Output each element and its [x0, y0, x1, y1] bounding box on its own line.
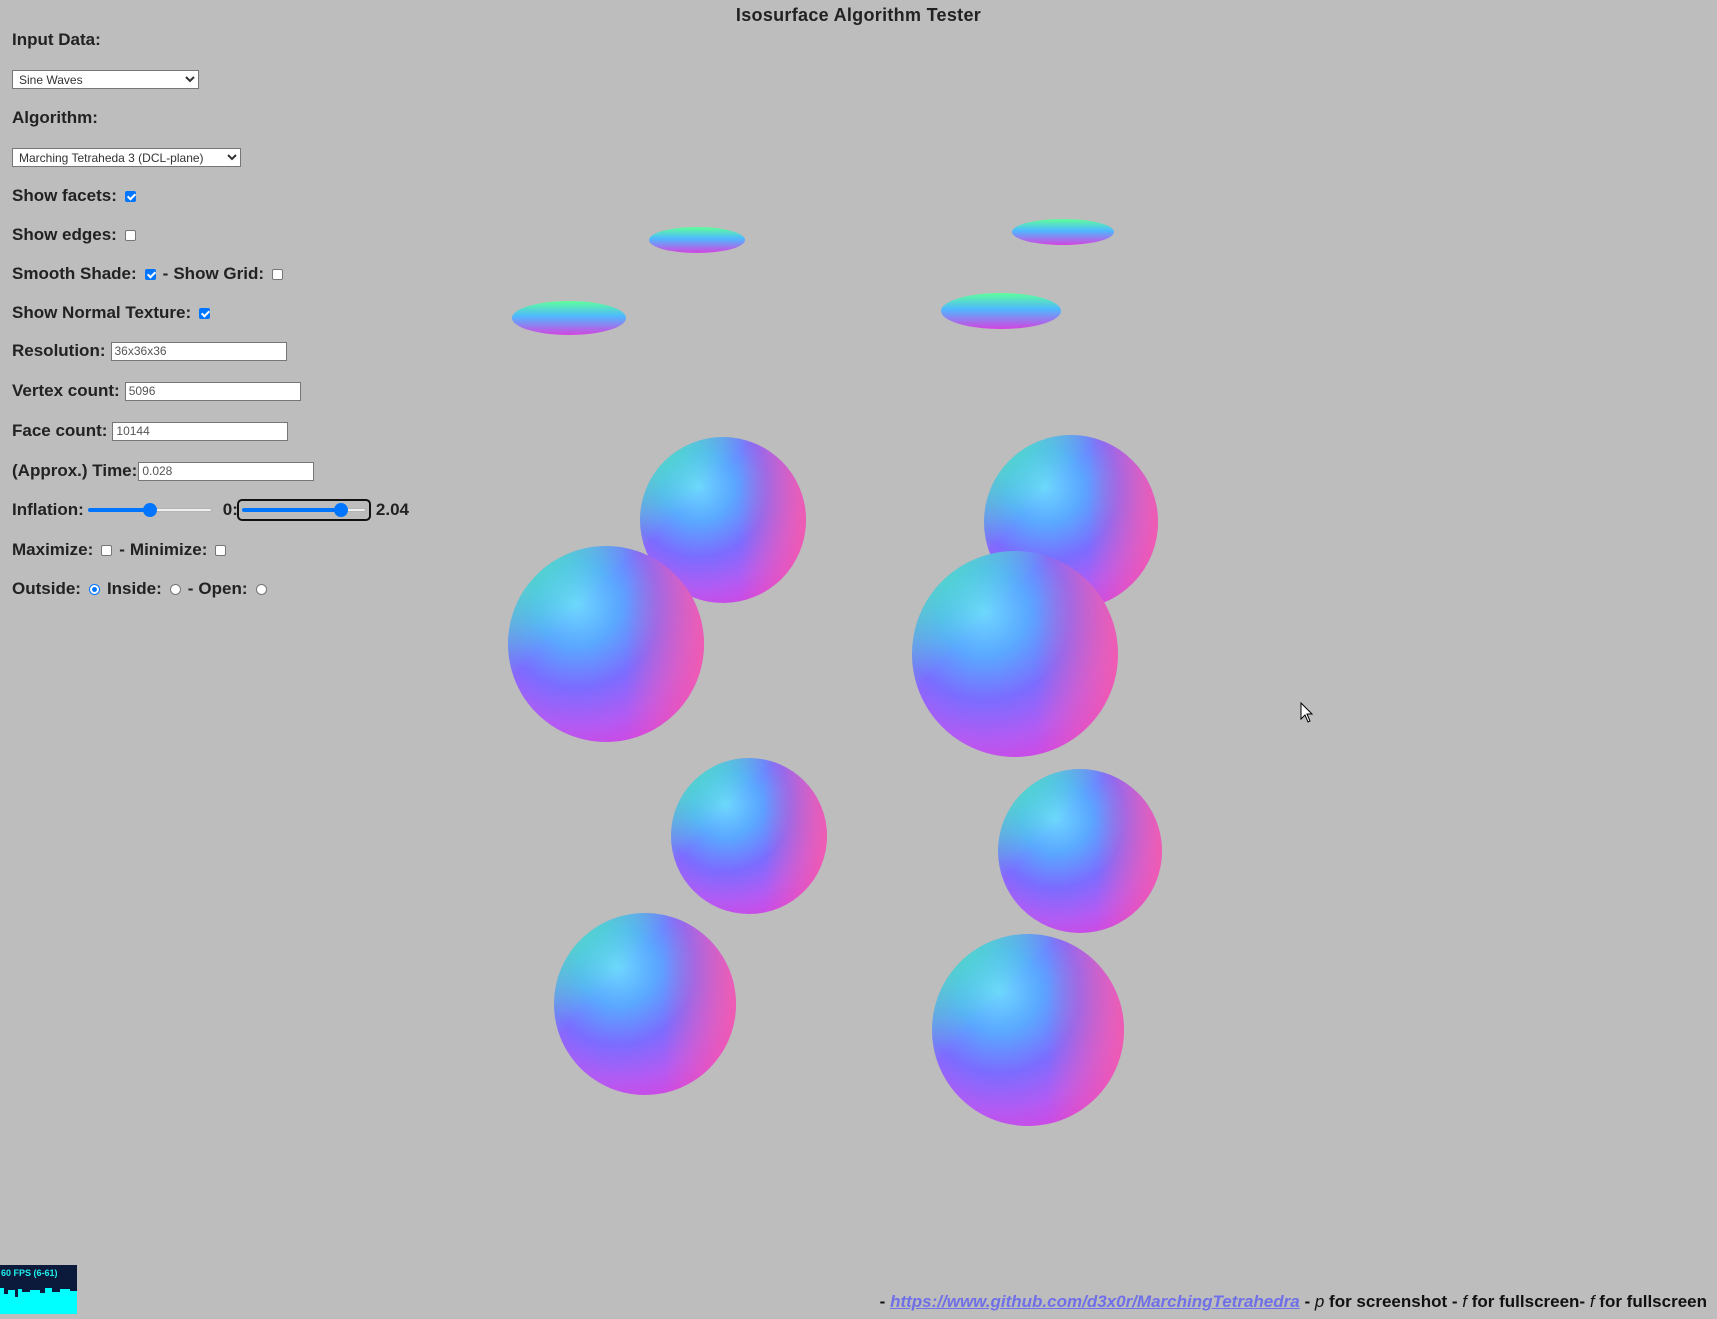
isosurface-disc — [649, 227, 745, 253]
github-link[interactable]: https://www.github.com/d3x0r/MarchingTet… — [890, 1292, 1300, 1311]
inside-label: Inside: — [106, 579, 162, 598]
algorithm-label: Algorithm: — [12, 108, 98, 127]
outside-label: Outside: — [12, 579, 81, 598]
face-count-row: Face count: — [12, 421, 289, 441]
separator: - — [187, 579, 194, 598]
vertex-count-label: Vertex count: — [12, 381, 120, 400]
show-grid-checkbox[interactable] — [272, 268, 284, 280]
show-facets-row: Show facets: — [12, 186, 136, 206]
algorithm-row: Algorithm: — [12, 108, 98, 128]
isosurface-disc — [1012, 219, 1114, 245]
algorithm-select[interactable]: Marching Tetraheda 3 (DCL-plane) — [12, 148, 241, 167]
fps-text: 60 FPS (6-61) — [1, 1268, 58, 1278]
side-row: Outside: Inside: - Open: — [12, 579, 267, 599]
minimize-checkbox[interactable] — [215, 544, 227, 556]
isosurface-sphere — [640, 437, 806, 603]
show-facets-label: Show facets: — [12, 186, 117, 205]
screenshot-hint: for screenshot - — [1329, 1292, 1458, 1311]
fps-graph — [0, 1285, 77, 1314]
page-title: Isosurface Algorithm Tester — [735, 5, 982, 25]
show-grid-label: Show Grid: — [173, 264, 265, 283]
screenshot-key: p — [1314, 1292, 1325, 1311]
open-label: Open: — [198, 579, 248, 598]
range-slider-thumb[interactable] — [334, 503, 349, 517]
inflation-slider-fill — [87, 508, 150, 512]
isosurface-sphere — [554, 913, 736, 1095]
smooth-shade-checkbox[interactable] — [144, 268, 156, 280]
isosurface-sphere — [998, 769, 1162, 933]
viewport-canvas[interactable] — [0, 0, 1717, 1314]
inflation-row: Inflation: 0: 2.04 — [12, 499, 409, 521]
show-normal-texture-checkbox[interactable] — [199, 307, 211, 319]
input-data-row: Input Data: — [12, 30, 101, 50]
show-edges-row: Show edges: — [12, 225, 136, 245]
isosurface-sphere — [984, 435, 1158, 609]
input-data-label: Input Data: — [12, 30, 101, 49]
fps-stats-panel[interactable]: 60 FPS (6-61) — [0, 1265, 77, 1314]
isosurface-sphere — [671, 758, 827, 914]
inflation-label: Inflation: — [12, 500, 84, 519]
3d-viewport[interactable] — [0, 0, 1717, 1314]
resolution-row: Resolution: — [12, 341, 287, 361]
isosurface-disc — [512, 301, 626, 335]
separator: - — [162, 264, 169, 283]
vertex-count-field[interactable] — [124, 381, 301, 401]
maximize-checkbox[interactable] — [101, 544, 113, 556]
isosurface-disc — [941, 293, 1061, 329]
face-count-label: Face count: — [12, 421, 108, 440]
footer-bar: - https://www.github.com/d3x0r/MarchingT… — [880, 1292, 1707, 1312]
face-count-field[interactable] — [112, 421, 289, 441]
open-radio[interactable] — [255, 583, 267, 595]
isosurface-sphere — [508, 546, 704, 742]
isosurface-sphere — [912, 551, 1118, 757]
time-row: (Approx.) Time: — [12, 461, 315, 481]
smooth-shade-row: Smooth Shade: - Show Grid: — [12, 264, 284, 284]
show-edges-label: Show edges: — [12, 225, 117, 244]
range-slider[interactable] — [236, 499, 371, 521]
show-normal-texture-row: Show Normal Texture: — [12, 303, 211, 323]
footer-dash: - — [879, 1292, 886, 1311]
algorithm-select-row: Marching Tetraheda 3 (DCL-plane) — [12, 148, 241, 167]
range-slider-fill — [241, 508, 342, 512]
inflation-slider-thumb[interactable] — [142, 503, 157, 517]
fullscreen-hint: for fullscreen — [1599, 1292, 1707, 1311]
vertex-count-row: Vertex count: — [12, 381, 301, 401]
outside-radio[interactable] — [88, 583, 100, 595]
resolution-field[interactable] — [110, 341, 287, 361]
fps-graph-chart — [0, 1285, 77, 1314]
show-facets-checkbox[interactable] — [124, 190, 136, 202]
resolution-label: Resolution: — [12, 341, 106, 360]
separator: - — [119, 540, 125, 559]
range-value: 2.04 — [375, 500, 409, 519]
inside-radio[interactable] — [169, 583, 181, 595]
show-edges-checkbox[interactable] — [124, 229, 136, 241]
mouse-cursor-icon — [1300, 702, 1314, 723]
input-data-select[interactable]: Sine Waves — [12, 70, 199, 89]
time-label: (Approx.) Time: — [12, 461, 138, 480]
smooth-shade-label: Smooth Shade: — [12, 264, 137, 283]
inflation-slider[interactable] — [86, 502, 214, 518]
maximize-row: Maximize: - Minimize: — [12, 540, 227, 560]
fullscreen-hint: for fullscreen- — [1471, 1292, 1586, 1311]
maximize-label: Maximize: — [12, 540, 94, 559]
fullscreen-key: f — [1462, 1292, 1467, 1311]
minimize-label: Minimize: — [129, 540, 208, 559]
input-data-select-row: Sine Waves — [12, 70, 199, 89]
fullscreen-key: f — [1589, 1292, 1595, 1311]
range-prefix: 0: — [222, 500, 238, 519]
footer-separator: - — [1304, 1292, 1311, 1311]
isosurface-sphere — [932, 934, 1124, 1126]
time-field[interactable] — [138, 461, 315, 481]
show-normal-texture-label: Show Normal Texture: — [12, 303, 192, 322]
